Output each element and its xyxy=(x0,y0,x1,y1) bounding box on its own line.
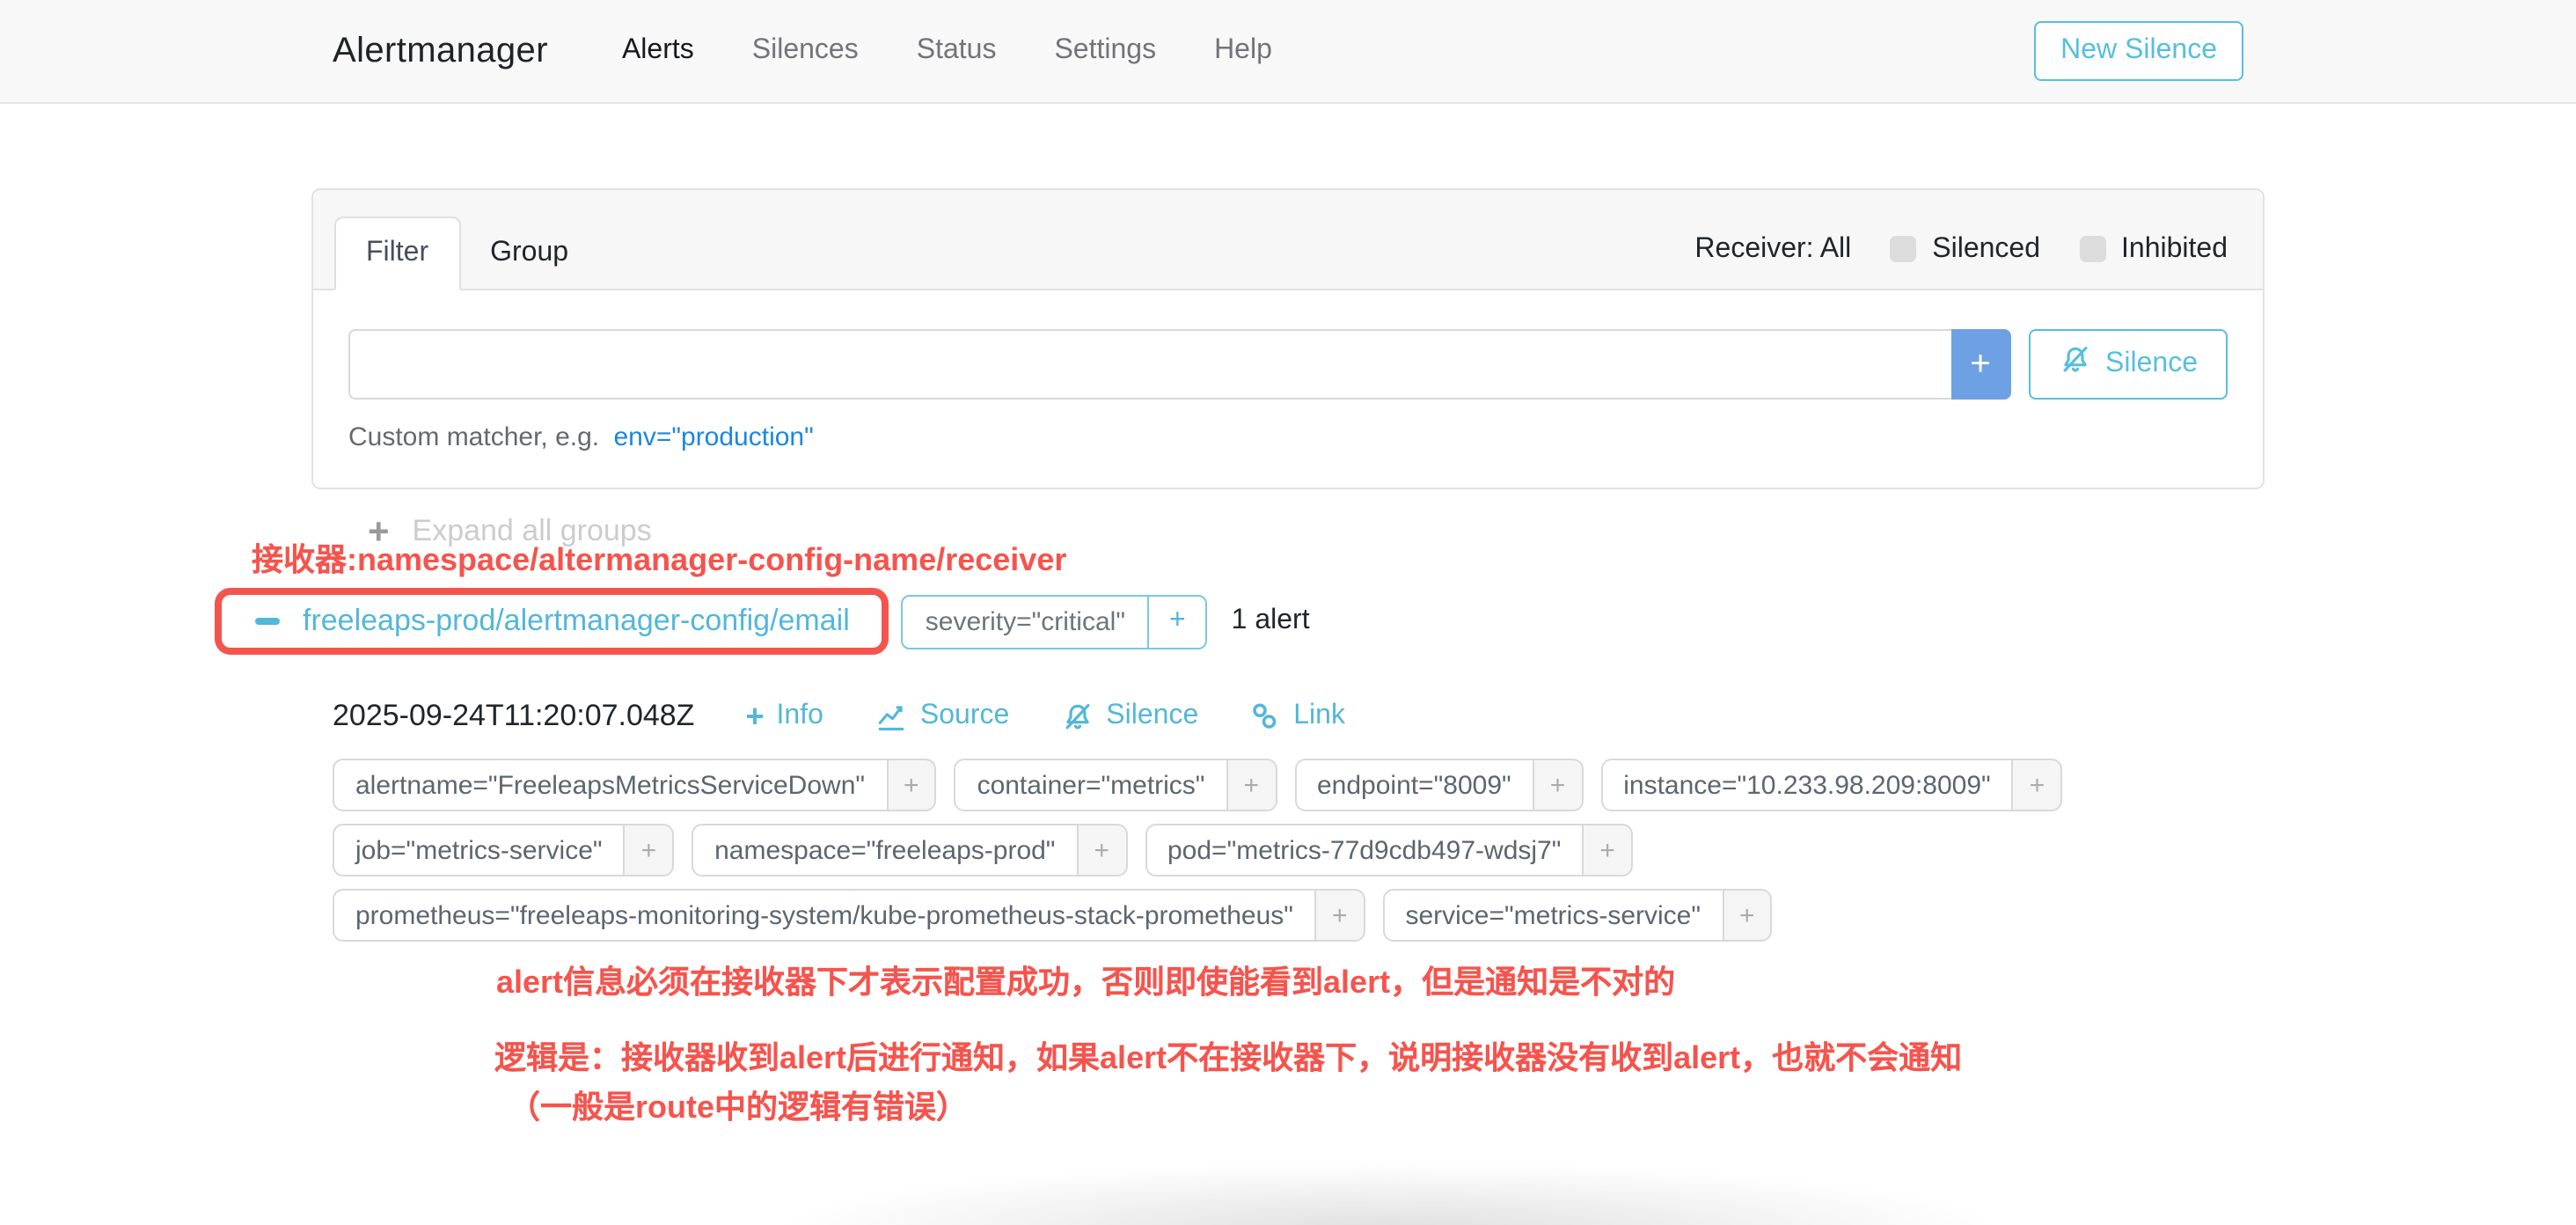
nav-item-status[interactable]: Status xyxy=(917,35,997,67)
label-text[interactable]: prometheus="freeleaps-monitoring-system/… xyxy=(333,889,1316,942)
alert-link-action[interactable]: Link xyxy=(1249,701,1345,732)
source-label: Source xyxy=(920,701,1009,732)
label-add-filter-button[interactable]: + xyxy=(1316,889,1365,942)
add-matcher-button[interactable]: + xyxy=(1950,329,2010,400)
matcher-hint-text: Custom matcher, e.g. xyxy=(348,422,599,452)
label-add-filter-button[interactable]: + xyxy=(2014,759,2063,811)
receiver-group-header: freeleaps-prod/alertmanager-config/email… xyxy=(333,588,2265,655)
label-text[interactable]: job="metrics-service" xyxy=(333,824,626,877)
label-text[interactable]: namespace="freeleaps-prod" xyxy=(692,824,1078,877)
inhibited-label: Inhibited xyxy=(2121,233,2228,265)
severity-matcher-label[interactable]: severity="critical" xyxy=(903,596,1148,647)
silenced-toggle[interactable]: Silenced xyxy=(1890,233,2040,265)
label-add-filter-button[interactable]: + xyxy=(1723,889,1773,942)
plus-icon: + xyxy=(745,701,764,732)
silence-filter-button[interactable]: Silence xyxy=(2028,329,2228,400)
label-add-filter-button[interactable]: + xyxy=(1078,824,1127,877)
collapse-minus-icon[interactable] xyxy=(255,619,280,625)
silenced-checkbox[interactable] xyxy=(1890,236,1916,262)
label-alertname: alertname="FreeleapsMetricsServiceDown" … xyxy=(333,759,937,811)
label-container: container="metrics" + xyxy=(955,759,1277,811)
annotation-receiver-note: 接收器:namespace/altermanager-config-name/r… xyxy=(252,535,1066,581)
chart-line-icon xyxy=(875,700,908,733)
label-text[interactable]: container="metrics" xyxy=(955,759,1228,811)
link-chain-icon xyxy=(1249,701,1281,732)
nav-item-settings[interactable]: Settings xyxy=(1054,35,1156,67)
label-text[interactable]: endpoint="8009" xyxy=(1294,759,1534,811)
brand-alertmanager[interactable]: Alertmanager xyxy=(333,31,548,71)
label-row: alertname="FreeleapsMetricsServiceDown" … xyxy=(333,759,2265,811)
label-instance: instance="10.233.98.209:8009" + xyxy=(1600,759,2062,811)
alert-meta-row: 2025-09-24T11:20:07.048Z + Info Source xyxy=(333,699,2265,734)
label-job: job="metrics-service" + xyxy=(333,824,674,877)
filter-options: Receiver: All Silenced Inhibited xyxy=(1694,233,2228,290)
navbar-inner: Alertmanager Alerts Silences Status Sett… xyxy=(311,0,2265,102)
label-row: job="metrics-service" + namespace="freel… xyxy=(333,824,2265,877)
label-add-filter-button[interactable]: + xyxy=(1227,759,1277,811)
severity-matcher-chip: severity="critical" + xyxy=(901,594,1207,649)
filter-card: Filter Group Receiver: All Silenced Inhi… xyxy=(311,188,2265,489)
receiver-group-link[interactable]: freeleaps-prod/alertmanager-config/email xyxy=(303,604,850,639)
nav-links: Alerts Silences Status Settings Help xyxy=(622,35,1272,67)
tab-filter[interactable]: Filter xyxy=(334,216,460,290)
filter-card-header: Filter Group Receiver: All Silenced Inhi… xyxy=(313,190,2263,290)
alert-source-action[interactable]: Source xyxy=(875,700,1009,733)
label-add-filter-button[interactable]: + xyxy=(1584,824,1633,877)
alert-info-action[interactable]: + Info xyxy=(745,701,823,732)
label-text[interactable]: pod="metrics-77d9cdb497-wdsj7" xyxy=(1145,824,1584,877)
alert-timestamp: 2025-09-24T11:20:07.048Z xyxy=(333,699,694,734)
alert-count: 1 alert xyxy=(1232,605,1310,637)
silence-label: Silence xyxy=(1106,701,1198,732)
severity-add-button[interactable]: + xyxy=(1148,596,1205,647)
label-text[interactable]: service="metrics-service" xyxy=(1382,889,1723,942)
annotation-logic-note: 逻辑是：接收器收到alert后进行通知，如果alert不在接收器下，说明接收器没… xyxy=(333,1033,2265,1132)
label-endpoint: endpoint="8009" + xyxy=(1294,759,1583,811)
bottom-shadow xyxy=(616,1119,2164,1225)
alert-groups: + Expand all groups 接收器:namespace/alterm… xyxy=(311,512,2265,1132)
page: Alertmanager Alerts Silences Status Sett… xyxy=(0,0,2576,1185)
silence-filter-label: Silence xyxy=(2105,348,2198,380)
annotation-logic-line1: 逻辑是：接收器收到alert后进行通知，如果alert不在接收器下，说明接收器没… xyxy=(494,1033,2265,1082)
annotation-alert-note: alert信息必须在接收器下才表示配置成功，否则即使能看到alert，但是通知是… xyxy=(333,957,2265,1003)
label-pod: pod="metrics-77d9cdb497-wdsj7" + xyxy=(1145,824,1633,877)
alert-silence-action[interactable]: Silence xyxy=(1060,700,1198,733)
label-prometheus: prometheus="freeleaps-monitoring-system/… xyxy=(333,889,1365,942)
filter-card-body: + Silence Custom matcher, e.g. xyxy=(313,290,2263,488)
annotation-red-box: freeleaps-prod/alertmanager-config/email xyxy=(215,588,889,655)
link-label: Link xyxy=(1293,701,1345,732)
label-text[interactable]: alertname="FreeleapsMetricsServiceDown" xyxy=(333,759,888,811)
nav-item-alerts[interactable]: Alerts xyxy=(622,35,694,67)
bell-slash-icon xyxy=(1060,700,1094,733)
top-navbar: Alertmanager Alerts Silences Status Sett… xyxy=(0,0,2576,104)
label-namespace: namespace="freeleaps-prod" + xyxy=(692,824,1127,877)
nav-item-silences[interactable]: Silences xyxy=(752,35,859,67)
inhibited-checkbox[interactable] xyxy=(2079,236,2105,262)
label-row: prometheus="freeleaps-monitoring-system/… xyxy=(333,889,2265,942)
matcher-row: + Silence xyxy=(348,329,2228,400)
alert-labels: alertname="FreeleapsMetricsServiceDown" … xyxy=(333,759,2265,942)
label-service: service="metrics-service" + xyxy=(1382,889,1772,942)
label-text[interactable]: instance="10.233.98.209:8009" xyxy=(1600,759,2014,811)
matcher-input[interactable] xyxy=(348,329,1950,400)
info-label: Info xyxy=(777,701,823,732)
inhibited-toggle[interactable]: Inhibited xyxy=(2079,233,2228,265)
receiver-selector[interactable]: Receiver: All xyxy=(1694,233,1851,265)
main-container: Filter Group Receiver: All Silenced Inhi… xyxy=(311,188,2265,1132)
matcher-hint-example-link[interactable]: env="production" xyxy=(613,422,813,452)
label-add-filter-button[interactable]: + xyxy=(1534,759,1584,811)
matcher-hint: Custom matcher, e.g. env="production" xyxy=(348,422,2228,452)
bell-slash-icon xyxy=(2058,343,2091,385)
silenced-label: Silenced xyxy=(1932,233,2040,265)
tab-group[interactable]: Group xyxy=(460,218,598,289)
new-silence-button[interactable]: New Silence xyxy=(2034,21,2243,81)
label-add-filter-button[interactable]: + xyxy=(888,759,937,811)
label-add-filter-button[interactable]: + xyxy=(626,824,675,877)
nav-item-help[interactable]: Help xyxy=(1214,35,1272,67)
